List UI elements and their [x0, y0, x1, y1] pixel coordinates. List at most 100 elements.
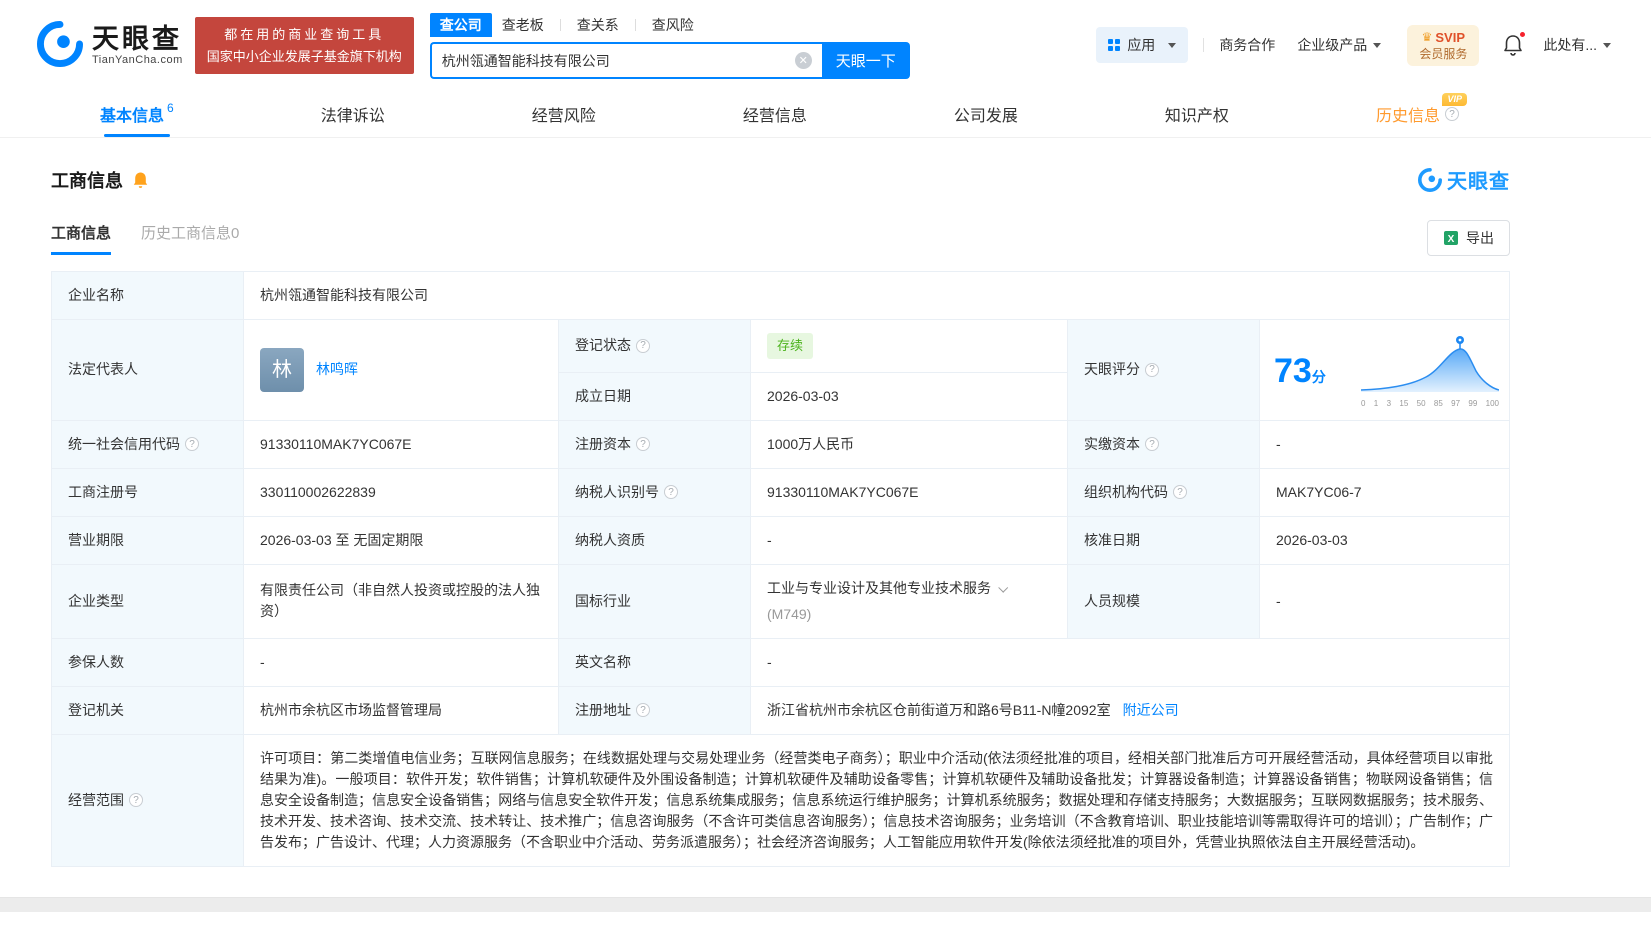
help-icon[interactable]	[185, 437, 199, 451]
approval-date-value: 2026-03-03	[1259, 515, 1510, 565]
search-tab-relation[interactable]: 查关系	[567, 13, 629, 37]
staff-size-value: -	[1259, 563, 1510, 639]
tab-label: 知识产权	[1164, 108, 1229, 125]
help-icon[interactable]	[664, 485, 678, 499]
taxpayer-id-value: 91330110MAK7YC067E	[750, 467, 1068, 517]
status-badge: 存续	[767, 333, 814, 359]
apps-menu[interactable]: 应用	[1096, 27, 1189, 64]
reg-authority-label: 登记机关	[51, 685, 244, 735]
brand-domain: TianYanCha.com	[92, 54, 183, 67]
help-icon[interactable]	[636, 703, 650, 717]
search-input[interactable]	[441, 52, 795, 69]
tab-history-info[interactable]: VIP 历史信息	[1375, 91, 1467, 137]
reg-authority-value: 杭州市余杭区市场监督管理局	[243, 685, 559, 735]
separator	[559, 18, 561, 31]
approval-date-label: 核准日期	[1067, 515, 1260, 565]
tab-business-risk[interactable]: 经营风险	[532, 91, 596, 137]
help-icon[interactable]	[1444, 107, 1459, 121]
enterprise-products-label: 企业级产品	[1297, 37, 1368, 54]
section-title: 工商信息	[51, 170, 123, 191]
taxpayer-id-label: 纳税人识别号	[558, 467, 751, 517]
watermark-label: 天眼查	[1447, 171, 1510, 193]
search-button[interactable]: 天眼一下	[821, 42, 910, 79]
subtab-history-business-info[interactable]: 历史工商信息0	[141, 222, 239, 255]
table-row: 营业期限 2026-03-03 至 无固定期限 纳税人资质 - 核准日期 202…	[51, 515, 1510, 565]
company-type-value: 有限责任公司（非自然人投资或控股的法人独资）	[243, 563, 559, 639]
help-icon[interactable]	[1173, 485, 1187, 499]
reg-status-label: 登记状态	[558, 319, 751, 373]
help-icon[interactable]	[636, 338, 650, 353]
search-tab-boss[interactable]: 查老板	[492, 13, 554, 37]
credit-code-value: 91330110MAK7YC067E	[243, 419, 559, 469]
tab-business-info[interactable]: 经营信息	[743, 91, 807, 137]
user-menu-label: 此处有...	[1543, 37, 1597, 54]
table-row: 法定代表人 林 林鸣晖 登记状态 存续 天眼评分 73分	[51, 319, 1510, 421]
svip-member-badge[interactable]: ♛ SVIP 会员服务	[1407, 24, 1480, 67]
excel-icon: X	[1444, 231, 1458, 245]
english-name-label: 英文名称	[558, 637, 751, 687]
tab-label: 历史信息	[1375, 108, 1440, 125]
apps-label: 应用	[1127, 37, 1156, 54]
chevron-down-icon[interactable]	[998, 582, 1009, 593]
industry-label: 国标行业	[558, 563, 751, 639]
help-icon[interactable]	[636, 437, 650, 451]
tab-label: 法律诉讼	[320, 108, 385, 125]
reg-capital-label: 注册资本	[558, 419, 751, 469]
tab-company-development[interactable]: 公司发展	[954, 91, 1018, 137]
score-value: 73分	[1274, 351, 1326, 390]
reg-status-value: 存续	[750, 319, 1068, 373]
company-name-label: 企业名称	[51, 271, 244, 320]
reg-number-value: 330110002622839	[243, 467, 559, 517]
clear-icon[interactable]	[794, 52, 812, 69]
establish-date-value: 2026-03-03	[750, 371, 1068, 421]
tab-basic-info[interactable]: 基本信息 6	[100, 91, 174, 137]
main-content: 工商信息 天眼查 工商信息 历史工商信息0 X 导出 企业名称 杭州瓴通智能科技…	[0, 165, 1651, 867]
help-icon[interactable]	[1145, 362, 1159, 377]
promo-line2: 国家中小企业发展子基金旗下机构	[206, 48, 402, 64]
score-chart: 0 1 3 15 50 85 97 99 100	[1360, 333, 1500, 408]
crown-icon: ♛	[1421, 30, 1433, 45]
business-term-label: 营业期限	[51, 515, 244, 565]
tianyancha-logo-icon	[37, 21, 83, 70]
search-block: 查公司 查老板 查关系 查风险 天眼一下	[429, 12, 910, 79]
tianyancha-logo[interactable]: 天眼查 TianYanCha.com	[37, 21, 183, 70]
notification-bell-icon[interactable]	[1503, 31, 1527, 57]
taxpayer-quality-label: 纳税人资质	[558, 515, 751, 565]
help-icon[interactable]	[129, 793, 143, 807]
industry-code: (M749)	[767, 605, 812, 622]
nearby-companies-link[interactable]: 附近公司	[1123, 702, 1179, 718]
taxpayer-quality-value: -	[750, 515, 1068, 565]
user-menu[interactable]: 此处有...	[1543, 35, 1611, 55]
tab-count-badge: 6	[167, 101, 174, 115]
chevron-down-icon	[1373, 42, 1382, 48]
tab-legal-proceedings[interactable]: 法律诉讼	[321, 91, 385, 137]
credit-code-label: 统一社会信用代码	[51, 419, 244, 469]
search-tab-risk[interactable]: 查风险	[642, 13, 704, 37]
subtab-label: 历史工商信息	[141, 224, 232, 242]
reg-address-label: 注册地址	[558, 685, 751, 735]
staff-size-label: 人员规模	[1067, 563, 1260, 639]
search-tab-company[interactable]: 查公司	[429, 12, 492, 37]
bell-icon[interactable]	[132, 171, 149, 189]
tab-label: 公司发展	[953, 108, 1018, 125]
legal-rep-label: 法定代表人	[51, 319, 244, 421]
reg-capital-value: 1000万人民币	[750, 419, 1068, 469]
score-value-cell: 73分 0 1 3 15 50 85 97 99 100	[1259, 319, 1510, 421]
establish-date-label: 成立日期	[558, 371, 751, 421]
subtab-business-info[interactable]: 工商信息	[51, 222, 112, 255]
svip-label: SVIP	[1435, 29, 1466, 45]
tab-intellectual-property[interactable]: 知识产权	[1165, 91, 1229, 137]
legal-rep-link[interactable]: 林鸣晖	[316, 359, 358, 380]
insured-count-label: 参保人数	[51, 637, 244, 687]
business-cooperation-link[interactable]: 商务合作	[1219, 35, 1275, 55]
promo-line1: 都在用的商业查询工具	[224, 27, 385, 43]
company-type-label: 企业类型	[51, 563, 244, 639]
promo-banner: 都在用的商业查询工具 国家中小企业发展子基金旗下机构	[194, 17, 414, 74]
help-icon[interactable]	[1145, 437, 1159, 451]
business-scope-value: 许可项目：第二类增值电信业务；互联网信息服务；在线数据处理与交易处理业务（经营类…	[243, 733, 1510, 867]
legal-rep-value: 林 林鸣晖	[243, 319, 559, 421]
enterprise-products-menu[interactable]: 企业级产品	[1297, 35, 1382, 55]
chevron-down-icon	[1168, 42, 1177, 48]
export-button[interactable]: X 导出	[1427, 220, 1510, 256]
paid-capital-value: -	[1259, 419, 1510, 469]
